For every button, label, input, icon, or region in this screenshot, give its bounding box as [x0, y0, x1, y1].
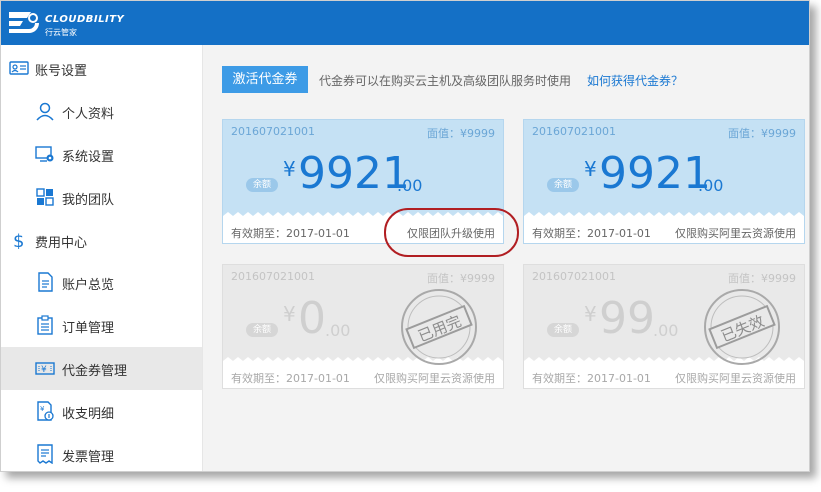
sidebar: 账号设置 个人资料 系统设置 我的团队 $ 费用中心 账户总览 订单管理 ¥ 代… — [1, 45, 203, 471]
currency-symbol: ¥ — [584, 302, 597, 326]
sidebar-item-invoice-management[interactable]: 发票管理 — [1, 433, 202, 471]
sidebar-item-my-team[interactable]: 我的团队 — [1, 176, 202, 219]
balance-badge: 余额 — [246, 323, 278, 337]
voucher-expiry: 有效期至：2017-01-01 — [231, 372, 350, 385]
voucher-icon: ¥ — [35, 362, 55, 375]
voucher-expiry: 有效期至：2017-01-01 — [532, 372, 651, 385]
clipboard-icon — [37, 315, 53, 335]
voucher-balance-amount: 9921 — [599, 148, 711, 199]
voucher-denomination: 面值：¥9999 — [427, 127, 495, 140]
voucher-code: 201607021001 — [532, 125, 616, 138]
svg-text:¥: ¥ — [40, 405, 45, 413]
document-icon — [38, 272, 53, 292]
team-grid-icon — [36, 188, 54, 206]
activate-voucher-button[interactable]: 激活代金券 — [222, 66, 308, 93]
voucher-denomination: 面值：¥9999 — [728, 127, 796, 140]
settings-monitor-icon — [35, 146, 54, 162]
used-up-stamp: 已用完 — [399, 287, 479, 367]
voucher-expiry: 有效期至：2017-01-01 — [231, 227, 350, 240]
sidebar-group-label: 账号设置 — [35, 64, 88, 79]
voucher-balance-amount: 9921 — [298, 148, 410, 199]
cloudbility-logo-icon — [9, 12, 39, 33]
voucher-balance-amount: 99 — [599, 293, 655, 344]
app-window: CLOUDBILITY 行云管家 账号设置 个人资料 系统设置 我的团队 $ 费… — [0, 0, 810, 472]
main-content: 激活代金券 代金券可以在购买云主机及高级团队服务时使用 如何获得代金券？ 201… — [203, 45, 809, 471]
sidebar-item-income-expense[interactable]: ¥ 收支明细 — [1, 390, 202, 433]
income-expense-icon: ¥ — [37, 401, 54, 421]
svg-text:¥: ¥ — [41, 365, 47, 375]
voucher-balance-decimal: .00 — [698, 176, 724, 195]
sidebar-group-account[interactable]: 账号设置 — [1, 47, 202, 90]
logo[interactable]: CLOUDBILITY 行云管家 — [7, 8, 157, 40]
sidebar-item-profile[interactable]: 个人资料 — [1, 90, 202, 133]
invoice-icon — [37, 444, 53, 464]
top-bar: CLOUDBILITY 行云管家 — [1, 1, 809, 45]
sidebar-item-label: 订单管理 — [62, 321, 115, 336]
voucher-balance-decimal: .00 — [325, 321, 351, 340]
voucher-balance-decimal: .00 — [397, 176, 423, 195]
annotation-highlight-circle — [384, 208, 519, 257]
id-card-icon — [9, 61, 29, 75]
sidebar-item-label: 代金券管理 — [62, 364, 128, 379]
voucher-denomination: 面值：¥9999 — [728, 272, 796, 285]
brand-name: CLOUDBILITY — [45, 14, 125, 25]
voucher-usage-tip: 代金券可以在购买云主机及高级团队服务时使用 — [319, 74, 572, 88]
sidebar-item-label: 个人资料 — [62, 107, 115, 122]
how-to-get-voucher-link[interactable]: 如何获得代金券？ — [587, 72, 683, 89]
voucher-balance-decimal: .00 — [653, 321, 679, 340]
sidebar-group-label: 费用中心 — [35, 236, 88, 251]
balance-badge: 余额 — [547, 323, 579, 337]
card-serrated-edge — [524, 212, 804, 220]
user-icon — [36, 102, 54, 121]
sidebar-item-system-settings[interactable]: 系统设置 — [1, 133, 202, 176]
voucher-code: 201607021001 — [231, 125, 315, 138]
voucher-scope: 仅限购买阿里云资源使用 — [675, 372, 796, 385]
voucher-scope: 仅限购买阿里云资源使用 — [374, 372, 495, 385]
voucher-code: 201607021001 — [532, 270, 616, 283]
svg-text:$: $ — [13, 231, 24, 249]
voucher-card[interactable]: 201607021001 面值：¥9999 余额 ¥ 9921 .00 有效期至… — [523, 119, 805, 244]
voucher-code: 201607021001 — [231, 270, 315, 283]
voucher-card-used-up[interactable]: 201607021001 面值：¥9999 余额 ¥ 0 .00 有效期至：20… — [222, 264, 504, 389]
sidebar-item-order-management[interactable]: 订单管理 — [1, 304, 202, 347]
voucher-denomination: 面值：¥9999 — [427, 272, 495, 285]
sidebar-item-label: 系统设置 — [62, 150, 115, 165]
sidebar-item-voucher-management[interactable]: ¥ 代金券管理 — [1, 347, 202, 390]
brand-subtitle: 行云管家 — [45, 28, 77, 37]
sidebar-item-account-overview[interactable]: 账户总览 — [1, 261, 202, 304]
currency-symbol: ¥ — [283, 302, 296, 326]
voucher-expiry: 有效期至：2017-01-01 — [532, 227, 651, 240]
sidebar-item-label: 收支明细 — [62, 407, 115, 422]
currency-symbol: ¥ — [283, 157, 296, 181]
sidebar-group-billing[interactable]: $ 费用中心 — [1, 219, 202, 262]
expired-stamp: 已失效 — [702, 287, 782, 367]
sidebar-item-label: 账户总览 — [62, 278, 115, 293]
dollar-icon: $ — [13, 231, 24, 249]
voucher-card-expired[interactable]: 201607021001 面值：¥9999 余额 ¥ 99 .00 有效期至：2… — [523, 264, 805, 389]
balance-badge: 余额 — [547, 178, 579, 192]
currency-symbol: ¥ — [584, 157, 597, 181]
voucher-balance-amount: 0 — [298, 293, 326, 344]
sidebar-item-label: 发票管理 — [62, 450, 115, 465]
sidebar-item-label: 我的团队 — [62, 193, 115, 208]
voucher-scope: 仅限购买阿里云资源使用 — [675, 227, 796, 240]
balance-badge: 余额 — [246, 178, 278, 192]
